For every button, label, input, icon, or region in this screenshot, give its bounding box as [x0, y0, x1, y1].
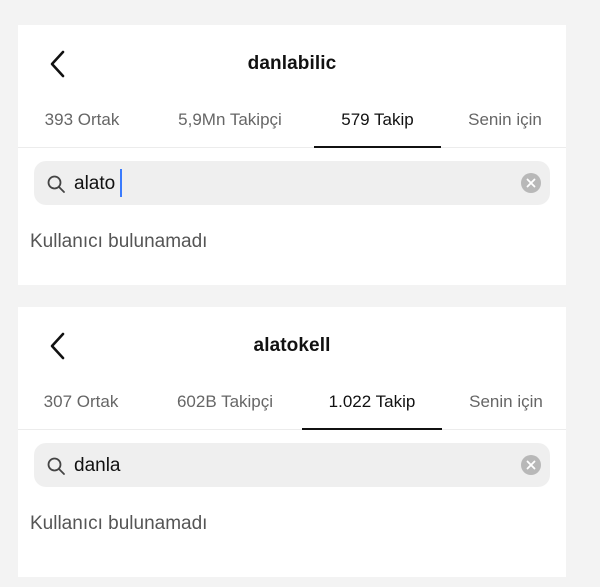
tab-for-you[interactable]: Senin için: [456, 385, 556, 429]
empty-state-message: Kullanıcı bulunamadı: [30, 231, 208, 252]
tab-for-you[interactable]: Senin için: [455, 103, 555, 147]
profile-panel-alatokell: alatokell 307 Ortak 602B Takipçi 1.022 T…: [18, 307, 566, 577]
profile-panel-danlabilic: danlabilic 393 Ortak 5,9Mn Takipçi 579 T…: [18, 25, 566, 285]
tab-followers[interactable]: 602B Takipçi: [160, 385, 290, 429]
search-input[interactable]: danla: [34, 443, 550, 487]
tab-bar: 307 Ortak 602B Takipçi 1.022 Takip Senin…: [18, 385, 566, 430]
tab-following[interactable]: 1.022 Takip: [302, 385, 442, 430]
clear-icon[interactable]: [521, 455, 541, 475]
empty-state-message: Kullanıcı bulunamadı: [30, 513, 208, 534]
tab-followers[interactable]: 5,9Mn Takipçi: [160, 103, 300, 147]
search-input[interactable]: alato: [34, 161, 550, 205]
page-title: danlabilic: [247, 53, 337, 74]
header: alatokell: [18, 307, 566, 385]
text-caret: [120, 169, 122, 197]
tab-mutual[interactable]: 307 Ortak: [18, 385, 144, 429]
clear-icon[interactable]: [521, 173, 541, 193]
page-title: alatokell: [253, 335, 331, 356]
search-value: danla: [74, 455, 121, 476]
search-icon: [47, 175, 65, 193]
search-value: alato: [74, 173, 116, 194]
header: danlabilic: [18, 25, 566, 103]
tab-following[interactable]: 579 Takip: [314, 103, 441, 148]
tab-bar: 393 Ortak 5,9Mn Takipçi 579 Takip Senin …: [18, 103, 566, 148]
search-icon: [47, 457, 65, 475]
tab-mutual[interactable]: 393 Ortak: [18, 103, 146, 147]
